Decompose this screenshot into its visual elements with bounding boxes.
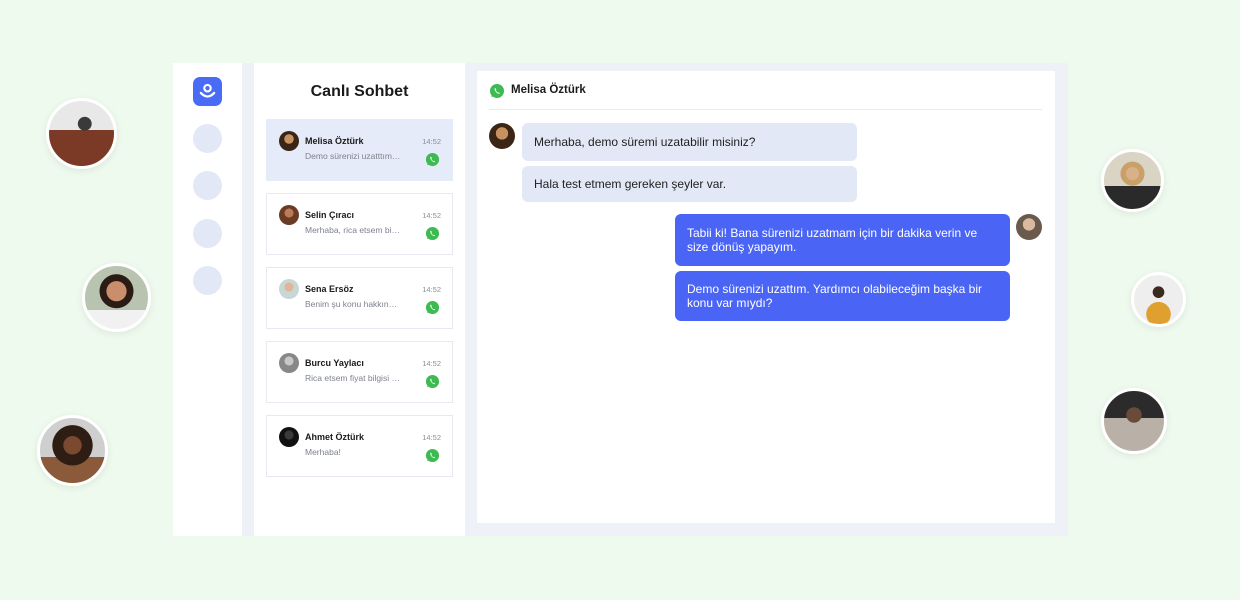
list-title: Canlı Sohbet: [310, 83, 409, 100]
brand-logo-icon[interactable]: [193, 77, 222, 106]
conversation-time: 14:52: [422, 433, 441, 442]
floating-avatar: [1101, 388, 1167, 454]
conversation-name: Selin Çıracı: [305, 210, 355, 220]
nav-item-2[interactable]: [193, 171, 222, 200]
conversation-time: 14:52: [422, 359, 441, 368]
conversation-list: Canlı Sohbet Melisa Öztürk 14:52 Demo sü…: [254, 63, 465, 536]
conversation-preview: Merhaba!: [305, 447, 341, 457]
live-chat-app: Canlı Sohbet Melisa Öztürk 14:52 Demo sü…: [173, 63, 1068, 536]
avatar: [279, 427, 299, 447]
nav-item-1[interactable]: [193, 124, 222, 153]
whatsapp-icon: [425, 300, 440, 320]
message-bubble-outgoing: Tabii ki! Bana sürenizi uzatmam için bir…: [675, 214, 1010, 266]
nav-item-3[interactable]: [193, 219, 222, 248]
chat-header: Melisa Öztürk: [489, 71, 1042, 110]
whatsapp-icon: [425, 374, 440, 394]
avatar: [279, 279, 299, 299]
conversation-item[interactable]: Sena Ersöz 14:52 Benim şu konu hakkında …: [266, 267, 453, 329]
floating-avatar: [1101, 149, 1164, 212]
chat-panel: Melisa Öztürk Merhaba, demo süremi uzata…: [477, 71, 1055, 523]
conversation-item[interactable]: Melisa Öztürk 14:52 Demo sürenizi uzattt…: [266, 119, 453, 181]
conversation-preview: Demo sürenizi uzatttım. Yardımcı olabile…: [305, 151, 401, 161]
message-bubble-incoming: Merhaba, demo süremi uzatabilir misiniz?: [522, 123, 857, 161]
conversation-name: Melisa Öztürk: [305, 136, 364, 146]
conversation-item[interactable]: Selin Çıracı 14:52 Merhaba, rica etsem b…: [266, 193, 453, 255]
contact-avatar: [489, 123, 515, 149]
conversation-time: 14:52: [422, 137, 441, 146]
whatsapp-icon: [425, 226, 440, 246]
floating-avatar: [82, 263, 151, 332]
floating-avatar: [1131, 272, 1186, 327]
floating-avatar: [46, 98, 117, 169]
conversation-preview: Merhaba, rica etsem bilgi alabilir miyim…: [305, 225, 401, 235]
conversation-name: Burcu Yaylacı: [305, 358, 364, 368]
whatsapp-icon: [425, 448, 440, 468]
conversation-name: Sena Ersöz: [305, 284, 354, 294]
nav-rail: [173, 63, 242, 536]
conversation-preview: Rica etsem fiyat bilgisi verebilir misin…: [305, 373, 401, 383]
conversation-time: 14:52: [422, 211, 441, 220]
avatar: [279, 205, 299, 225]
chat-contact-name: Melisa Öztürk: [511, 84, 586, 96]
avatar: [279, 131, 299, 151]
conversation-name: Ahmet Öztürk: [305, 432, 365, 442]
nav-item-4[interactable]: [193, 266, 222, 295]
message-bubble-outgoing: Demo sürenizi uzattım. Yardımcı olabilec…: [675, 271, 1010, 321]
whatsapp-icon: [489, 83, 505, 104]
floating-avatar: [37, 415, 108, 486]
agent-avatar: [1016, 214, 1042, 240]
whatsapp-icon: [425, 152, 440, 172]
conversation-item[interactable]: Ahmet Öztürk 14:52 Merhaba!: [266, 415, 453, 477]
avatar: [279, 353, 299, 373]
conversation-time: 14:52: [422, 285, 441, 294]
message-bubble-incoming: Hala test etmem gereken şeyler var.: [522, 166, 857, 202]
conversation-item[interactable]: Burcu Yaylacı 14:52 Rica etsem fiyat bil…: [266, 341, 453, 403]
conversation-preview: Benim şu konu hakkında sorum var: [305, 299, 401, 309]
